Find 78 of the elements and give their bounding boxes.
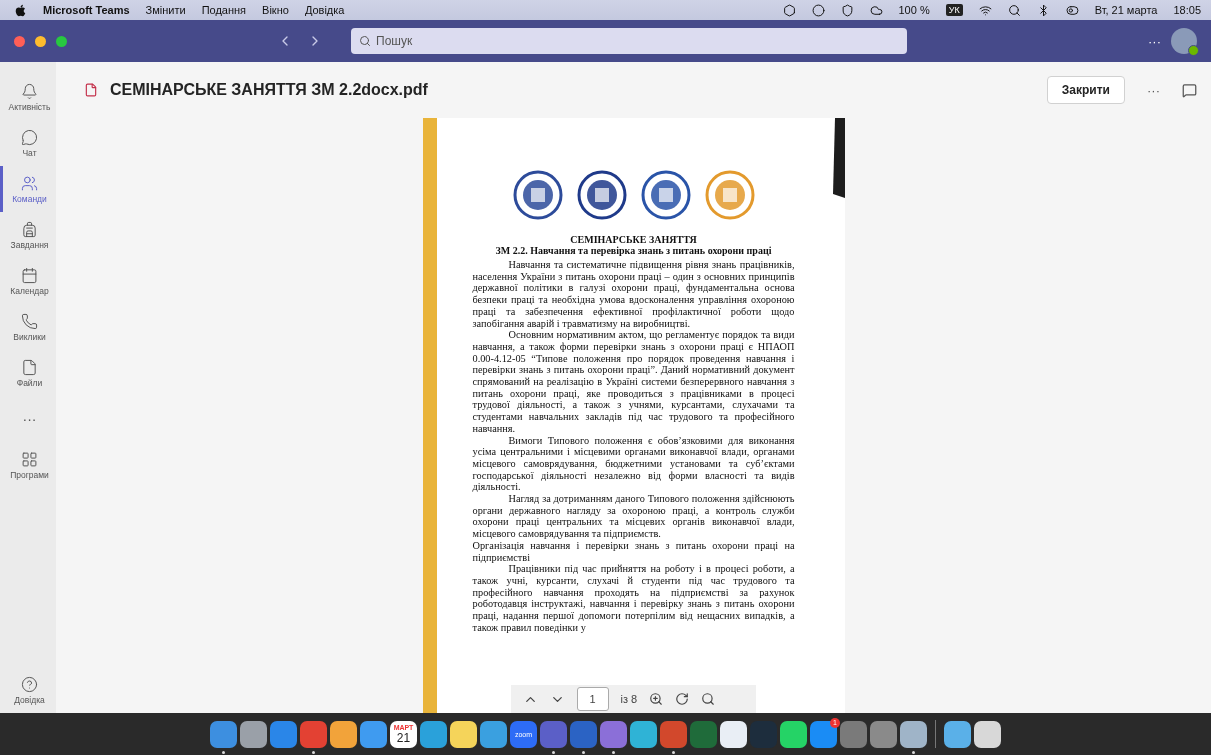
help-item[interactable]: Довідка [0,667,56,713]
sidebar-item[interactable]: ··· [0,396,56,442]
sidebar-item[interactable]: Команди [0,166,56,212]
chat-icon[interactable] [1182,82,1197,98]
chat-icon [21,128,38,146]
presence-dot [1188,45,1199,56]
zoom-window-button[interactable] [56,35,67,47]
bell-icon [21,82,38,100]
paragraph: Основним нормативним актом, що регламентує порядок та види навчання, а також форми перевірки знань з охорони праці є НПАОП 0.00-4.12-05 “Типове положення про порядок проведення навчання і перевірки знань з питань охорони праці”. Даний нормативний документ спрямований на реалізацію в Україні системи безперервного навчання з питань охорони праці, яке проводиться з працівниками в процесі трудової діяльності, а також з учнями, курсантами, слухачами та студентами навчальних закладів під час трудового та професійного навчання. [472,329,795,435]
document-subtitle: ЗМ 2.2. Навчання та перевірка знань з питань охорони праці [494,245,773,256]
rotate-icon[interactable] [675,692,690,706]
page-number-field[interactable]: 1 [576,687,609,711]
document-title: СЕМІНАРСЬКЕ ЗАНЯТТЯ [569,234,698,245]
app-icon[interactable] [240,720,267,748]
app-icon[interactable] [420,720,447,748]
menu-item[interactable]: Вікно [262,4,289,16]
app-icon[interactable] [974,720,1001,748]
sidebar-item[interactable]: Виклики [0,304,56,350]
app-icon[interactable] [630,720,657,748]
apple-icon[interactable] [14,3,27,17]
app-icon[interactable] [720,720,747,748]
paragraph: Нагляд за дотриманням даного Типового положення здійснюють органи державного нагляду за охороною праці, а контроль служби охорони праці центральних та місцевих органів виконавчої влади, місцевого самоврядування та підприємств. [472,493,795,540]
search-field[interactable]: Пошук [351,28,907,54]
avatar[interactable] [1171,28,1197,54]
calendar-day: 21 [396,731,411,745]
app-icon[interactable] [944,720,971,748]
sidebar-item[interactable]: Календар [0,258,56,304]
input-source[interactable]: УК [945,4,963,16]
menu-item[interactable]: Змінити [145,4,186,16]
paragraph: Організація навчання і перевірки знань з питань охорони праці на підприємстві [472,539,795,564]
page-count: із 8 [620,693,638,705]
paragraph: Працівники під час прийняття на роботу і в процесі роботи, а також учні, курсанти, слухачі й студенти під час трудового та професійного навчання проходять на підприємстві за рахунок роботодавця інструктажі, навчання і перевірку знань з питань охорони праці, надання першої допомоги потерпілим від нещасних випадків, а також правил поведінки у [472,563,795,634]
menu-time[interactable]: 18:05 [1173,4,1201,16]
shield-icon[interactable] [840,3,854,17]
file-icon [21,358,38,376]
circle-icon[interactable] [811,3,825,17]
more-button[interactable]: ··· [1148,33,1161,49]
pdf-file-icon [84,83,98,97]
sidebar-item[interactable]: Активність [0,74,56,120]
sidebar-item[interactable]: Файли [0,350,56,396]
sidebar-item[interactable]: Програми [0,442,56,488]
wifi-icon[interactable] [978,3,992,17]
paragraph: Навчання та систематичне підвищення рівня знань працівників, населення України з питань охорони праці – один з основних принципів державної політики в галузі охорони праці, фундаментальна основа безпеки праці та необхідна умова вдосконалення управління охороною праці та забезпечення ефективної профілактичної роботи щодо запобігання аварій і травматизму на виробництві. [472,259,795,330]
more-button[interactable]: ··· [1147,82,1160,98]
menu-item[interactable]: Подання [201,4,247,16]
apps-icon [21,450,38,468]
help-icon [21,675,38,693]
round-emblem-drawing [576,170,627,220]
app-icon[interactable] [480,720,507,748]
round-emblem-drawing [512,170,563,220]
menu-app-name[interactable]: Microsoft Teams [43,4,130,16]
app-icon[interactable] [450,720,477,748]
menu-date[interactable]: Вт, 21 марта [1094,4,1158,16]
cloud-icon[interactable] [869,3,883,17]
calendar-icon [21,266,38,284]
search-icon[interactable] [701,692,716,706]
battery-percent[interactable]: 100 % [898,4,930,16]
app-icon[interactable] [330,720,357,748]
minimize-window-button[interactable] [35,35,46,47]
file-title: СЕМІНАРСЬКЕ ЗАНЯТТЯ ЗМ 2.2docx.pdf [110,81,428,99]
toggle-icon[interactable] [1065,3,1079,17]
sidebar-item[interactable]: Чат [0,120,56,166]
paragraph: Вимоги Типового положення є обов’язковими для виконання усіма центральними і місцевими органами виконавчої влади, органами місцевого самоврядування, бюджетними установами та суб’єктами господарської діяльності незалежно від форми власності та видів діяльності. [472,434,795,494]
menu-item[interactable]: Довідка [304,4,345,16]
close-button[interactable]: Закрити [1046,76,1125,104]
close-window-button[interactable] [14,35,25,47]
backpack-icon [21,220,38,238]
round-emblem-drawing [640,170,691,220]
people-icon [21,174,38,192]
app-icon[interactable] [360,720,387,748]
zoom-in-icon[interactable] [649,692,664,706]
round-emblem-drawing [704,170,755,220]
app-icon[interactable] [780,720,807,748]
search-icon [359,35,371,47]
phone-icon [21,312,38,330]
hexagon-icon[interactable] [782,3,796,17]
search-icon[interactable] [1007,3,1021,17]
sidebar-item[interactable]: Завдання [0,212,56,258]
